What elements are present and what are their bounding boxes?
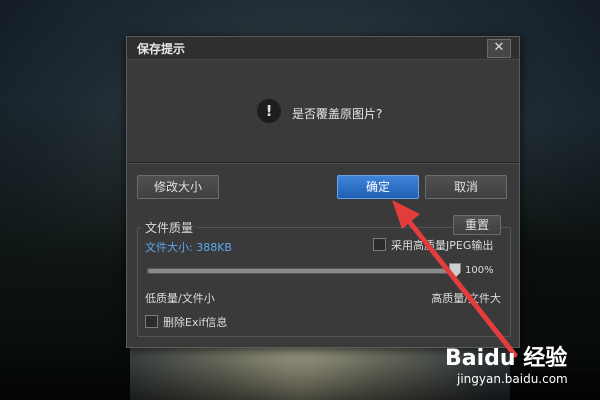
dialog-message: 是否覆盖原图片? [292, 107, 383, 121]
divider [127, 162, 519, 164]
watermark-logo-text: Baidu 经验 [445, 346, 568, 371]
quality-slider-track[interactable] [147, 268, 449, 274]
close-button[interactable]: ✕ [487, 39, 511, 58]
resize-button[interactable]: 修改大小 [137, 175, 219, 199]
ok-button[interactable]: 确定 [337, 175, 419, 199]
close-icon: ✕ [493, 40, 505, 55]
low-quality-label: 低质量/文件小 [145, 292, 215, 305]
quality-percent: 100% [465, 265, 494, 276]
remove-exif-checkbox[interactable] [145, 315, 158, 328]
baidu-watermark: Baidu 经验 jingyan.baidu.com [445, 338, 595, 396]
dialog-titlebar[interactable]: 保存提示 ✕ [127, 37, 519, 60]
watermark-url: jingyan.baidu.com [457, 372, 568, 386]
exclamation-icon: ! [257, 99, 281, 123]
high-quality-label: 高质量/文件大 [431, 292, 501, 305]
quality-slider-fill [148, 269, 448, 273]
remove-exif-label[interactable]: 删除Exif信息 [163, 314, 227, 330]
cancel-button[interactable]: 取消 [425, 175, 507, 199]
jpeg-high-quality-label[interactable]: 采用高质量JPEG输出 [391, 237, 493, 253]
reset-button[interactable]: 重置 [453, 215, 501, 235]
file-size-text: 文件大小: 388KB [145, 241, 232, 254]
dialog-title: 保存提示 [137, 42, 186, 56]
save-prompt-dialog: 保存提示 ✕ ! 是否覆盖原图片? 修改大小 确定 取消 文件质量 重置 文件大… [126, 36, 520, 348]
file-quality-title: 文件质量 [141, 219, 198, 236]
jpeg-high-quality-checkbox[interactable] [373, 238, 386, 251]
